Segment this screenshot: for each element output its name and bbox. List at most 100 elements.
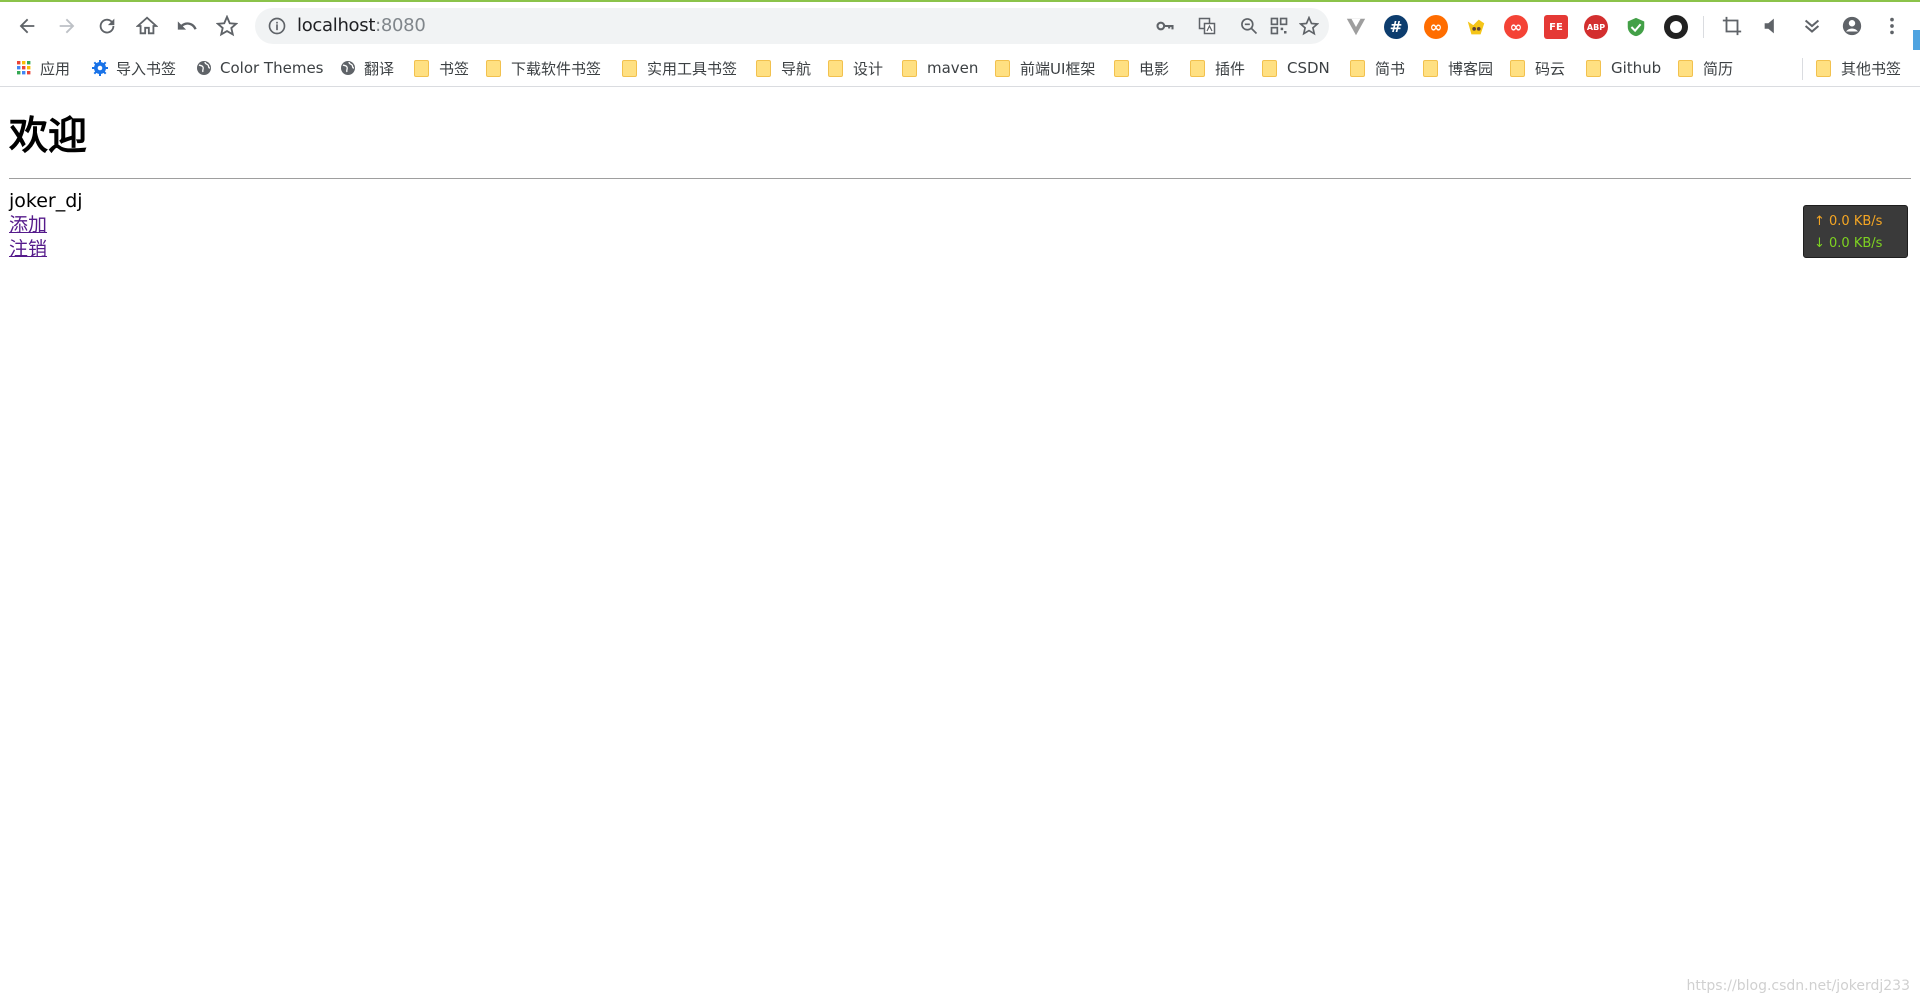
url-port: :8080 (375, 15, 426, 36)
bookmark-item[interactable]: 应用 (16, 55, 70, 81)
bookmark-label: 下载软件书签 (511, 59, 602, 78)
url-host: localhost (297, 15, 376, 36)
globe-icon (197, 61, 211, 75)
folder-icon (1190, 59, 1205, 77)
translate-icon[interactable] (1197, 16, 1217, 36)
globe-icon (341, 61, 355, 75)
bookmark-item[interactable]: 插件 (1190, 55, 1245, 81)
fe-helper-icon[interactable]: FE (1544, 15, 1568, 39)
infinity-orange-icon[interactable]: ∞ (1424, 15, 1448, 39)
crop-icon (1722, 16, 1742, 36)
home-icon (136, 16, 158, 35)
qr-code-icon[interactable] (1269, 16, 1289, 36)
folder-icon (486, 59, 501, 77)
bookmark-star-button[interactable] (212, 11, 242, 41)
bookmark-label: CSDN (1287, 59, 1330, 77)
add-link[interactable]: 添加 (9, 213, 1911, 237)
bookmark-item[interactable]: Github (1586, 55, 1661, 81)
shield-icon[interactable] (1624, 15, 1648, 39)
bookmark-item[interactable]: 下载软件书签 (486, 55, 601, 81)
bookmark-label: maven (927, 59, 979, 77)
bookmark-item[interactable]: 简书 (1350, 55, 1405, 81)
bookmark-page-star-icon[interactable] (1298, 15, 1320, 36)
double-chevron-down-icon (1804, 19, 1820, 33)
bookmark-item[interactable]: 导航 (756, 55, 811, 81)
hashtag-icon[interactable]: # (1384, 15, 1408, 39)
folder-icon (414, 59, 429, 77)
folder-icon (995, 59, 1010, 77)
bookmark-label: 插件 (1215, 59, 1246, 78)
bookmark-label: 书签 (439, 59, 470, 78)
folder-icon (1510, 59, 1525, 77)
crop-screenshot-button[interactable] (1717, 11, 1747, 41)
folder-icon (1114, 59, 1129, 77)
upload-speed: ↑ 0.0 KB/s (1814, 214, 1883, 229)
bookmark-label: 博客园 (1448, 59, 1494, 78)
home-button[interactable] (132, 11, 162, 41)
bookmark-label: 翻译 (364, 59, 395, 78)
forward-arrow-icon (59, 18, 75, 34)
logout-link[interactable]: 注销 (9, 237, 1911, 261)
bookmark-label: 导入书签 (116, 59, 177, 78)
kebab-menu-icon (1890, 17, 1894, 35)
toolbar-separator (1703, 16, 1704, 38)
bookmark-item[interactable]: maven (902, 55, 978, 81)
bookmark-item[interactable]: CSDN (1262, 55, 1330, 81)
url-text[interactable]: localhost:8080 (297, 15, 426, 36)
mute-button[interactable] (1757, 11, 1787, 41)
folder-icon (1678, 59, 1693, 77)
folder-icon (756, 59, 771, 77)
bookmark-item[interactable]: 电影 (1114, 55, 1169, 81)
net-speed-widget[interactable]: ↑ 0.0 KB/s ↓ 0.0 KB/s (1803, 205, 1908, 258)
bookmark-item[interactable]: 前端UI框架 (995, 55, 1095, 81)
bookmark-label: 码云 (1535, 59, 1566, 78)
folder-icon (1586, 59, 1601, 77)
speaker-icon (1764, 18, 1774, 34)
bookmark-label: Github (1611, 59, 1662, 77)
bookmark-item[interactable]: 翻译 (340, 55, 394, 81)
bookmark-item[interactable]: Color Themes (196, 55, 323, 81)
browser-toolbar: localhost:8080 # ∞ ∞ FE ABP (0, 0, 1920, 50)
forward-button[interactable] (52, 11, 82, 41)
folder-icon (1262, 59, 1277, 77)
undo-tab-button[interactable] (172, 11, 202, 41)
back-arrow-icon (19, 18, 35, 34)
bookmark-item[interactable]: 实用工具书签 (622, 55, 737, 81)
menu-button[interactable] (1877, 11, 1907, 41)
reload-button[interactable] (92, 11, 122, 41)
star-icon (216, 15, 238, 37)
bookmark-label: 实用工具书签 (647, 59, 738, 78)
bookmark-label: Color Themes (220, 59, 324, 77)
profile-button[interactable] (1837, 11, 1867, 41)
adblock-plus-icon[interactable]: ABP (1584, 15, 1608, 39)
infinity-red-icon[interactable]: ∞ (1504, 15, 1528, 39)
watermark: https://blog.csdn.net/jokerdj233 (1686, 978, 1910, 994)
extensions-overflow-button[interactable] (1797, 11, 1827, 41)
divider (9, 178, 1911, 179)
other-bookmarks-folder[interactable]: 其他书签 (1816, 55, 1901, 81)
bookmark-label: 简书 (1375, 59, 1406, 78)
bookmark-item[interactable]: 导入书签 (92, 55, 176, 81)
undo-icon (177, 21, 197, 30)
bookmark-item[interactable]: 博客园 (1423, 55, 1493, 81)
key-icon[interactable] (1155, 16, 1175, 36)
bookmarks-bar: 应用 导入书签 Color Themes 翻译 书签 下载软件书签 实用工具书签 导航 设计 ma… (0, 50, 1920, 87)
tampermonkey-icon[interactable] (1464, 15, 1488, 39)
account-circle-icon (1842, 16, 1862, 36)
folder-icon (828, 59, 843, 77)
folder-icon (1816, 59, 1831, 77)
record-icon[interactable] (1664, 15, 1688, 39)
folder-icon (1423, 59, 1438, 77)
back-button[interactable] (12, 11, 42, 41)
bookmark-label: 导航 (781, 59, 812, 78)
bookmark-item[interactable]: 简历 (1678, 55, 1733, 81)
bookmark-item[interactable]: 设计 (828, 55, 883, 81)
bookmark-label: 设计 (853, 59, 884, 78)
info-icon[interactable] (267, 16, 287, 36)
vue-devtools-icon[interactable] (1344, 15, 1368, 39)
bookmark-item[interactable]: 书签 (414, 55, 469, 81)
address-bar[interactable]: localhost:8080 (255, 8, 1329, 44)
bookmark-item[interactable]: 码云 (1510, 55, 1565, 81)
folder-icon (622, 59, 637, 77)
zoom-out-icon[interactable] (1239, 16, 1259, 36)
